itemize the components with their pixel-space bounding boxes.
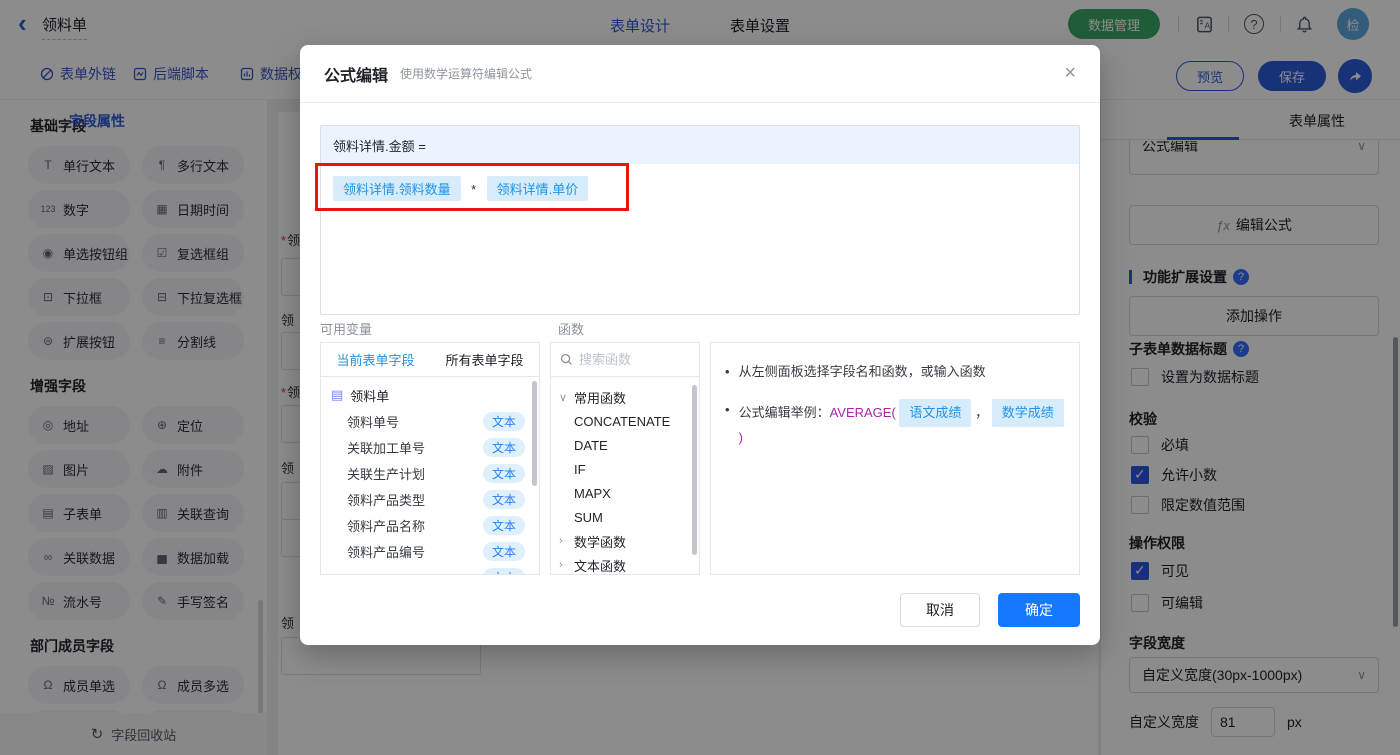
variables-tree: ▤ 领料单 领料单号 文本 关联加工单号 文本 关联生产计划 文本 领料产品类型 文本 … bbox=[321, 377, 539, 574]
example-chip: 数学成绩 bbox=[991, 399, 1064, 427]
function-item[interactable]: MAPX bbox=[551, 481, 699, 505]
app: ‹ 领料单 表单设计 表单设置 数据管理 A ? 检 表单外链 后端脚本 数据权… bbox=[0, 0, 1400, 755]
help-text: 公式编辑举例：AVERAGE( 语文成绩 ， 数学成绩 ) bbox=[739, 399, 1065, 449]
close-icon[interactable]: × bbox=[1064, 62, 1076, 85]
variable-name: 关联生产计划 bbox=[347, 466, 426, 482]
variables-panel: 当前表单字段 所有表单字段 ▤ 领料单 领料单号 文本 关联加工单号 文本 关联生产… bbox=[320, 342, 540, 575]
example-chip: 语文成绩 bbox=[899, 399, 972, 427]
functions-scrollbar[interactable] bbox=[692, 385, 697, 555]
variables-tabs: 当前表单字段 所有表单字段 bbox=[321, 343, 539, 377]
functions-section-label: 函数 bbox=[558, 322, 585, 337]
function-group-label: 常用函数 bbox=[574, 390, 627, 406]
formula-field-chip[interactable]: 领料详情.领料数量 bbox=[333, 176, 461, 201]
help-text: 从左侧面板选择字段名和函数，或输入函数 bbox=[738, 364, 986, 379]
function-name-open: AVERAGE( bbox=[829, 405, 896, 420]
modal-header: 公式编辑 使用数学运算符编辑公式 × bbox=[300, 45, 1100, 103]
confirm-button[interactable]: 确定 bbox=[998, 593, 1080, 627]
variable-name: 领料产品类型 bbox=[347, 492, 426, 508]
type-badge: 文本 bbox=[482, 541, 525, 561]
modal-subtitle: 使用数学运算符编辑公式 bbox=[400, 67, 533, 81]
function-group-label: 数学函数 bbox=[574, 534, 627, 550]
document-icon: ▤ bbox=[331, 387, 344, 402]
tree-root-form[interactable]: ▤ 领料单 bbox=[321, 382, 539, 408]
caret-down-icon: ∨ bbox=[559, 391, 568, 404]
variables-scrollbar[interactable] bbox=[532, 381, 537, 486]
help-example-prefix: 公式编辑举例： bbox=[738, 405, 830, 420]
variable-name: 领料单号 bbox=[347, 414, 400, 430]
function-item[interactable]: DATE bbox=[551, 433, 699, 457]
comma: ， bbox=[975, 405, 989, 420]
modal-title: 公式编辑 bbox=[324, 67, 389, 85]
functions-panel: ∨ 常用函数 CONCATENATE DATE IF MAPX SUM › 数学… bbox=[550, 342, 700, 575]
variable-name: 关联加工单号 bbox=[347, 440, 426, 456]
function-item[interactable]: IF bbox=[551, 457, 699, 481]
tab-all-form-fields[interactable]: 所有表单字段 bbox=[430, 343, 539, 376]
type-badge: 文本 bbox=[482, 567, 525, 574]
caret-right-icon: › bbox=[559, 535, 563, 547]
caret-right-icon: › bbox=[559, 559, 563, 571]
help-line-1: • 从左侧面板选择字段名和函数，或输入函数 bbox=[725, 361, 1065, 383]
variable-item[interactable]: 关联加工单号 文本 bbox=[321, 434, 539, 460]
formula-field-chip[interactable]: 领料详情.单价 bbox=[486, 176, 589, 201]
formula-edit-modal: 公式编辑 使用数学运算符编辑公式 × 领料详情.金额 = 领料详情.领料数量 *… bbox=[300, 45, 1100, 645]
formula-body[interactable]: 领料详情.领料数量 * 领料详情.单价 bbox=[321, 164, 1079, 213]
type-badge: 文本 bbox=[482, 515, 525, 535]
variable-item[interactable]: 文本 bbox=[321, 564, 539, 574]
type-badge: 文本 bbox=[482, 437, 525, 457]
function-list: ∨ 常用函数 CONCATENATE DATE IF MAPX SUM › 数学… bbox=[551, 377, 699, 574]
variable-item[interactable]: 领料产品类型 文本 bbox=[321, 486, 539, 512]
function-search bbox=[551, 343, 699, 377]
search-function-input[interactable] bbox=[579, 352, 679, 367]
function-name-close: ) bbox=[738, 430, 743, 445]
variable-item[interactable]: 领料产品编号 文本 bbox=[321, 538, 539, 564]
function-group-text[interactable]: › 文本函数 bbox=[551, 553, 699, 574]
search-icon bbox=[560, 353, 572, 365]
variable-name: 领料产品名称 bbox=[347, 518, 426, 534]
type-badge: 文本 bbox=[482, 463, 525, 483]
bullet: • bbox=[725, 364, 730, 379]
type-badge: 文本 bbox=[482, 411, 525, 431]
function-group-math[interactable]: › 数学函数 bbox=[551, 529, 699, 553]
function-item[interactable]: CONCATENATE bbox=[551, 409, 699, 433]
cancel-button[interactable]: 取消 bbox=[900, 593, 980, 627]
tab-current-form-fields[interactable]: 当前表单字段 bbox=[321, 343, 430, 376]
formula-editor[interactable]: 领料详情.金额 = 领料详情.领料数量 * 领料详情.单价 bbox=[320, 125, 1080, 315]
variable-item[interactable]: 领料单号 文本 bbox=[321, 408, 539, 434]
type-badge: 文本 bbox=[482, 489, 525, 509]
function-item[interactable]: SUM bbox=[551, 505, 699, 529]
formula-target: 领料详情.金额 = bbox=[321, 126, 1079, 164]
variables-section-label: 可用变量 bbox=[320, 322, 373, 337]
help-panel: • 从左侧面板选择字段名和函数，或输入函数 • 公式编辑举例：AVERAGE( … bbox=[710, 342, 1080, 575]
function-group-common[interactable]: ∨ 常用函数 bbox=[551, 385, 699, 409]
bullet: • bbox=[725, 402, 730, 417]
function-group-label: 文本函数 bbox=[574, 558, 627, 574]
formula-operator: * bbox=[471, 182, 477, 197]
help-line-2: • 公式编辑举例：AVERAGE( 语文成绩 ， 数学成绩 ) bbox=[725, 399, 1065, 449]
variable-item[interactable]: 领料产品名称 文本 bbox=[321, 512, 539, 538]
tree-root-label: 领料单 bbox=[350, 388, 390, 404]
variable-item[interactable]: 关联生产计划 文本 bbox=[321, 460, 539, 486]
variable-name: 领料产品编号 bbox=[347, 544, 426, 560]
